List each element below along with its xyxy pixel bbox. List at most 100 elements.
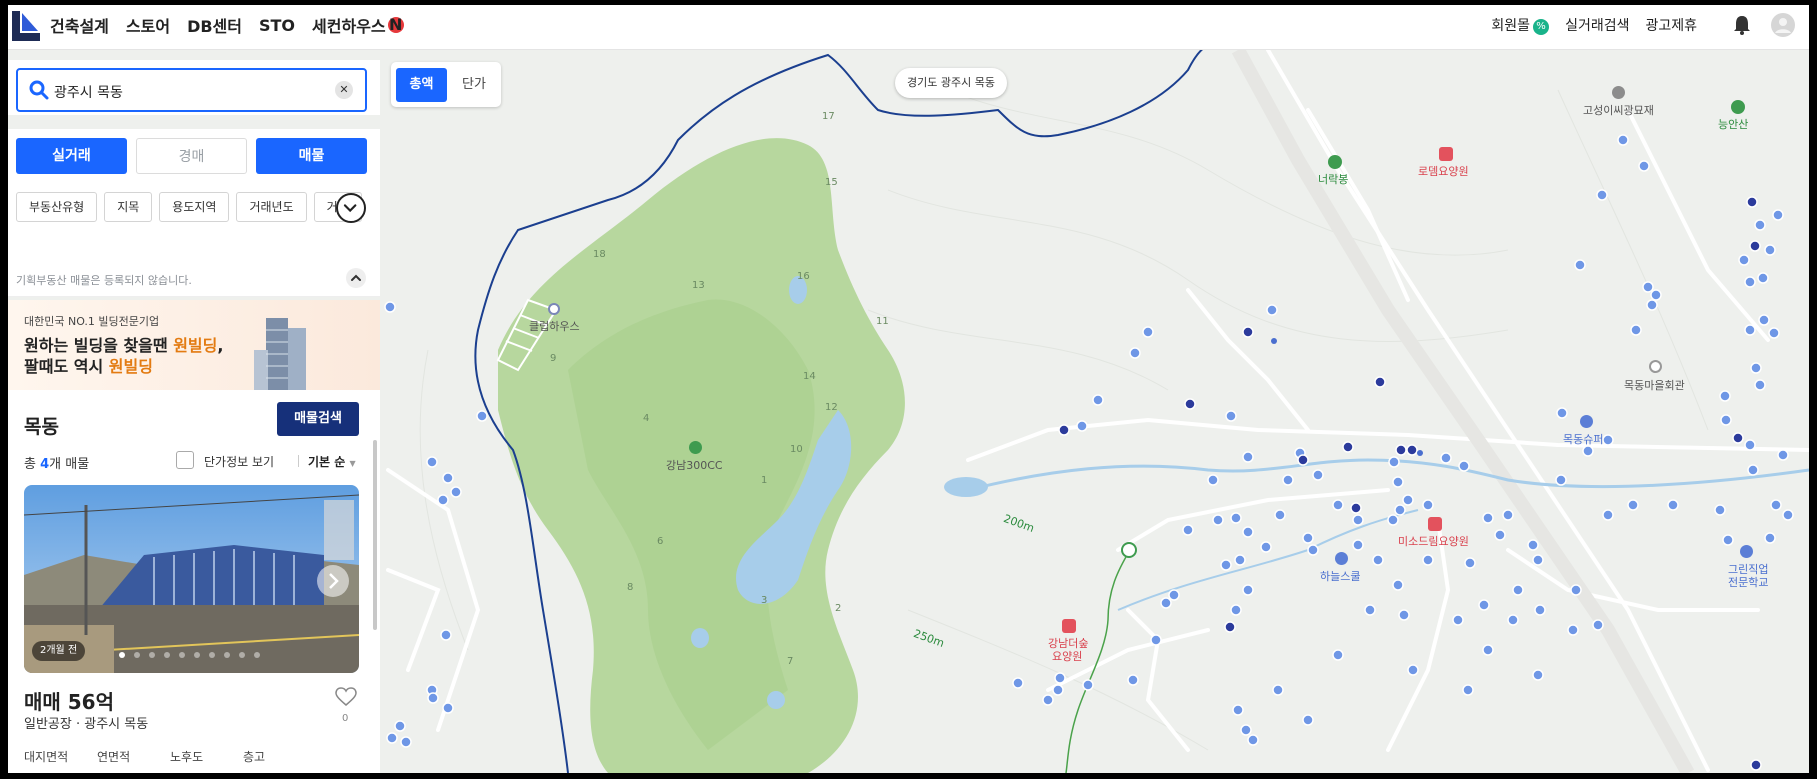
listing-card: 목동 매물검색 총 4개 매물 단가정보 보기 기본 순 ▼ 2개월 전 매매 … xyxy=(8,390,380,773)
listing-attributes: 대지면적 연면적 노후도 층고 xyxy=(24,748,316,765)
pagination-dot[interactable] xyxy=(164,652,170,658)
total-number: 4 xyxy=(40,457,50,472)
pagination-dot[interactable] xyxy=(149,652,155,658)
nav-second-house-group[interactable]: 세컨하우스 N xyxy=(312,13,421,37)
member-mall-label: 회원몰 xyxy=(1491,18,1531,34)
mokdong-hall-label: 목동마을회관 xyxy=(1624,379,1685,392)
gangnam-nursing-label-2: 요양원 xyxy=(1052,650,1083,663)
tab-actual-deal[interactable]: 실거래 xyxy=(16,138,127,174)
hole-label: 2 xyxy=(835,603,842,614)
heart-icon[interactable] xyxy=(335,687,357,707)
price-mode-toggle: 총액 단가 xyxy=(391,62,501,107)
hospital-icon xyxy=(1062,619,1076,633)
total-count: 총 4개 매물 xyxy=(24,453,89,472)
like-count: 0 xyxy=(342,713,349,724)
gosung-label: 고성이씨광묘재 xyxy=(1583,104,1654,117)
unit-price-button[interactable]: 단가 xyxy=(451,68,497,102)
filter-deal-year[interactable]: 거래년도 xyxy=(236,192,307,222)
total-suffix: 개 매물 xyxy=(49,457,90,472)
attr-age: 노후도 xyxy=(170,750,204,764)
listing-age-badge: 2개월 전 xyxy=(32,641,86,661)
tab-listing[interactable]: 매물 xyxy=(256,138,367,174)
school-icon xyxy=(1740,545,1753,558)
tab-auction[interactable]: 경매 xyxy=(136,138,247,174)
new-badge: N xyxy=(387,15,404,34)
member-mall-link[interactable]: 회원몰% xyxy=(1491,15,1550,35)
hall-icon xyxy=(1649,360,1662,373)
hole-label: 3 xyxy=(761,595,768,606)
chevron-up-icon[interactable] xyxy=(346,268,366,288)
nav-store[interactable]: 스토어 xyxy=(126,13,170,37)
chevron-right-icon[interactable] xyxy=(317,565,349,597)
pagination-dot[interactable] xyxy=(194,652,200,658)
pagination-dot[interactable] xyxy=(239,652,245,658)
clear-icon[interactable]: ✕ xyxy=(335,81,353,99)
pagination-dot[interactable] xyxy=(134,652,140,658)
search-input[interactable]: 광주시 목동 xyxy=(54,82,123,102)
search-box[interactable]: 광주시 목동 ✕ xyxy=(16,68,367,112)
deal-search-link[interactable]: 실거래검색 xyxy=(1565,15,1629,35)
pagination-dot[interactable] xyxy=(224,652,230,658)
hole-label: 10 xyxy=(790,444,803,455)
misodream-label: 미소드림요양원 xyxy=(1398,535,1469,548)
nav-architecture[interactable]: 건축설계 xyxy=(50,13,109,37)
chevron-down-icon[interactable] xyxy=(336,193,366,223)
nav-db-center[interactable]: DB센터 xyxy=(187,13,242,37)
hole-label: 13 xyxy=(692,280,705,291)
sort-dropdown[interactable]: 기본 순 ▼ xyxy=(298,453,356,470)
photo-pagination xyxy=(119,652,269,658)
area-title: 목동 xyxy=(24,416,59,438)
clubhouse-icon xyxy=(548,303,560,315)
ad-banner[interactable]: 대한민국 NO.1 빌딩전문기업 원하는 빌딩을 찾을땐 원빌딩, 팔때도 역시… xyxy=(8,300,380,390)
sort-label: 기본 순 xyxy=(308,455,346,469)
pagination-dot[interactable] xyxy=(254,652,260,658)
notice-bar: 기획부동산 매물은 등록되지 않습니다. xyxy=(8,260,380,297)
filter-zoning[interactable]: 용도지역 xyxy=(159,192,230,222)
ad-line-1: 대한민국 NO.1 빌딩전문기업 xyxy=(24,315,160,328)
listing-search-button[interactable]: 매물검색 xyxy=(277,402,359,436)
hole-label: 15 xyxy=(825,177,838,188)
nav-sto[interactable]: STO xyxy=(259,16,295,35)
total-price-button[interactable]: 총액 xyxy=(396,68,447,102)
pagination-dot[interactable] xyxy=(209,652,215,658)
filter-land-category[interactable]: 지목 xyxy=(104,192,153,222)
hospital-icon xyxy=(1439,147,1453,161)
mountain-icon xyxy=(1731,100,1745,114)
hole-label: 12 xyxy=(825,402,838,413)
mountain-icon xyxy=(1328,155,1342,169)
caret-down-icon: ▼ xyxy=(349,459,356,468)
hole-label: 18 xyxy=(593,249,606,260)
pagination-dot[interactable] xyxy=(179,652,185,658)
filter-chips: 부동산유형 지목 용도지역 거래년도 거래 xyxy=(16,192,369,222)
listing-photo[interactable]: 2개월 전 xyxy=(24,485,359,673)
hole-label: 9 xyxy=(550,353,557,364)
location-bubble: 경기도 광주시 목동 xyxy=(895,68,1007,98)
top-header: 건축설계 스토어 DB센터 STO 세컨하우스 N 회원몰% 실거래검색 광고제휴 xyxy=(8,5,1809,50)
filter-property-type[interactable]: 부동산유형 xyxy=(16,192,98,222)
haneul-label: 하늘스쿨 xyxy=(1320,570,1361,583)
ad-brand-2: 원빌딩 xyxy=(108,357,153,376)
ad-brand: 원빌딩 xyxy=(173,336,218,355)
hole-label: 6 xyxy=(657,536,664,547)
nungan-label: 능안산 xyxy=(1718,118,1749,131)
unit-price-checkbox[interactable] xyxy=(176,451,194,469)
mokdong-super-label: 목동슈퍼 xyxy=(1563,433,1604,446)
golf-course-label: 강남300CC xyxy=(666,459,723,472)
hole-label: 17 xyxy=(822,111,835,122)
unit-price-label[interactable]: 단가정보 보기 xyxy=(204,453,274,470)
ad-line-2c: , xyxy=(217,336,224,355)
ad-partnership-link[interactable]: 광고제휴 xyxy=(1645,15,1697,35)
rodem-label: 로뎀요양원 xyxy=(1418,165,1469,178)
logo-icon[interactable] xyxy=(12,11,40,41)
hole-label: 11 xyxy=(876,316,889,327)
hospital-icon xyxy=(1428,517,1442,531)
bell-icon[interactable] xyxy=(1731,14,1753,36)
pagination-dot[interactable] xyxy=(119,652,125,658)
listing-price[interactable]: 매매 56억 xyxy=(24,686,114,715)
building-icon xyxy=(254,318,306,390)
avatar-icon[interactable] xyxy=(1771,13,1795,37)
nav-second-house: 세컨하우스 xyxy=(312,17,386,36)
trail-start-icon xyxy=(1121,542,1137,558)
clubhouse-label: 클럽하우스 xyxy=(529,320,580,333)
panel-scrollbar[interactable] xyxy=(373,440,377,630)
